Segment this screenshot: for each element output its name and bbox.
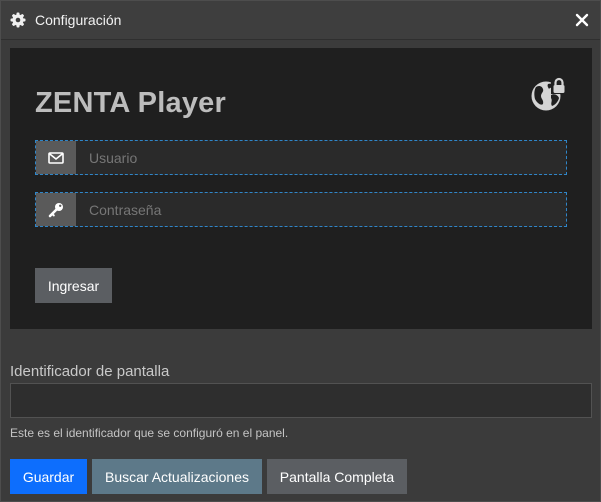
screen-id-help-text: Este es el identificador que se configur…: [10, 426, 289, 440]
settings-window: Configuración ZENTA Player Usuario Ingre…: [0, 0, 601, 502]
username-input[interactable]: [77, 141, 565, 174]
gear-icon: [10, 12, 26, 28]
globe-lock-icon: [529, 76, 567, 112]
username-field: [35, 140, 567, 175]
save-button[interactable]: Guardar: [10, 459, 87, 494]
title-bar: Configuración: [1, 1, 600, 40]
close-icon[interactable]: [575, 13, 589, 27]
app-title: ZENTA Player: [35, 87, 226, 119]
key-icon: [36, 193, 76, 226]
check-updates-button[interactable]: Buscar Actualizaciones: [92, 459, 262, 494]
login-panel: ZENTA Player Usuario Ingresar: [10, 48, 592, 329]
envelope-icon: [36, 141, 76, 174]
password-input[interactable]: [77, 193, 565, 226]
fullscreen-button[interactable]: Pantalla Completa: [267, 459, 407, 494]
screen-id-input[interactable]: [10, 383, 592, 418]
screen-id-label: Identificador de pantalla: [10, 363, 170, 380]
window-title: Configuración: [35, 12, 122, 28]
login-button[interactable]: Ingresar: [35, 268, 112, 303]
password-field: [35, 192, 567, 227]
